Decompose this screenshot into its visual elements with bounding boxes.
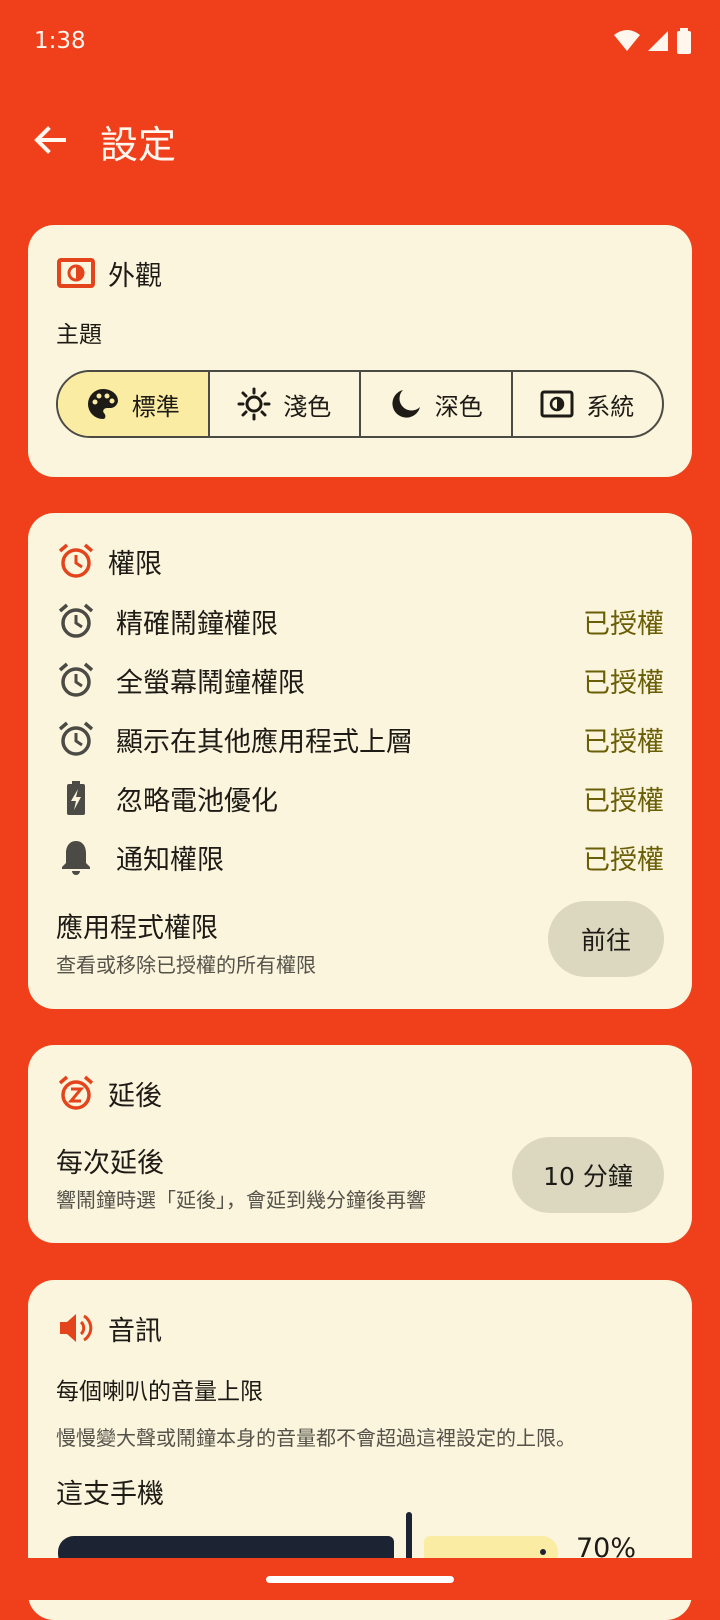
max-volume-description: 慢慢變大聲或鬧鐘本身的音量都不會超過這裡設定的上限。 — [56, 1426, 576, 1450]
appearance-heading: 外觀 — [56, 253, 162, 293]
theme-segmented-control: 標準 淺色 深色 系統 — [56, 370, 664, 438]
battery-icon — [677, 28, 691, 54]
theme-option-light[interactable]: 淺色 — [210, 372, 361, 436]
permissions-card: 權限 精確鬧鐘權限 已授權 全螢幕鬧鐘權限 已授權 顯示在其他應用程式上層 已授… — [28, 513, 692, 1009]
permission-row-notification[interactable]: 通知權限 已授權 — [56, 828, 664, 886]
permission-row-fullscreen-alarm[interactable]: 全螢幕鬧鐘權限 已授權 — [56, 651, 664, 709]
palette-icon — [87, 389, 118, 419]
cellular-signal-icon — [648, 31, 668, 51]
audio-title: 音訊 — [108, 1315, 162, 1347]
status-bar: 1:38 — [0, 0, 720, 86]
snooze-card: 延後 每次延後 響鬧鐘時選「延後」，會延到幾分鐘後再響 10 分鐘 — [28, 1045, 692, 1243]
theme-option-label: 標準 — [131, 392, 180, 421]
permission-status: 已授權 — [583, 608, 664, 640]
alarm-clock-icon — [58, 721, 94, 756]
volume-slider[interactable] — [58, 1512, 598, 1572]
permission-label: 精確鬧鐘權限 — [116, 608, 278, 640]
snooze-icon — [58, 1075, 94, 1110]
speaker-icon — [60, 1314, 93, 1342]
permission-label: 忽略電池優化 — [116, 785, 278, 817]
snooze-setting-subtitle: 響鬧鐘時選「延後」，會延到幾分鐘後再響 — [56, 1188, 426, 1212]
snooze-text: 每次延後 響鬧鐘時選「延後」，會延到幾分鐘後再響 — [56, 1141, 426, 1213]
max-volume-title: 每個喇叭的音量上限 — [56, 1379, 263, 1405]
snooze-title: 延後 — [108, 1080, 162, 1112]
app-permissions-text: 應用程式權限 查看或移除已授權的所有權限 — [56, 906, 316, 978]
theme-label: 主題 — [56, 322, 102, 348]
appearance-card: 外觀 主題 標準 淺色 深色 系統 — [28, 225, 692, 477]
snooze-setting-title: 每次延後 — [56, 1148, 164, 1179]
app-permissions-title: 應用程式權限 — [56, 913, 218, 944]
permission-status: 已授權 — [583, 844, 664, 876]
app-permissions-subtitle: 查看或移除已授權的所有權限 — [56, 953, 316, 977]
battery-charging-icon — [67, 781, 85, 815]
back-arrow-icon[interactable] — [30, 120, 70, 160]
permission-row-exact-alarm[interactable]: 精確鬧鐘權限 已授權 — [56, 592, 664, 650]
status-icons — [614, 28, 692, 54]
moon-icon — [392, 390, 420, 418]
permission-status: 已授權 — [583, 667, 664, 699]
theme-option-dark[interactable]: 深色 — [361, 372, 513, 436]
bell-icon — [62, 841, 90, 875]
device-label: 這支手機 — [56, 1479, 164, 1510]
permission-status: 已授權 — [583, 726, 664, 758]
permission-status: 已授權 — [583, 785, 664, 817]
theme-option-label: 系統 — [586, 392, 635, 421]
theme-option-label: 淺色 — [283, 392, 332, 421]
theme-option-system[interactable]: 系統 — [513, 372, 663, 436]
app-bar: 設定 — [0, 100, 720, 184]
alarm-clock-icon — [58, 603, 94, 638]
status-time: 1:38 — [34, 28, 86, 54]
volume-slider-end-dot — [540, 1549, 546, 1555]
permissions-title: 權限 — [108, 548, 162, 580]
system-theme-icon — [57, 258, 95, 288]
sun-icon — [237, 387, 271, 421]
appearance-title: 外觀 — [108, 260, 162, 292]
permission-row-battery[interactable]: 忽略電池優化 已授權 — [56, 769, 664, 827]
audio-heading: 音訊 — [56, 1308, 162, 1348]
wifi-icon — [614, 30, 640, 51]
app-permissions-go-button[interactable]: 前往 — [548, 901, 664, 977]
theme-option-label: 深色 — [434, 392, 483, 421]
alarm-clock-icon — [58, 662, 94, 697]
permission-label: 全螢幕鬧鐘權限 — [116, 667, 305, 699]
permission-label: 通知權限 — [116, 844, 224, 876]
system-theme-icon — [540, 390, 574, 418]
snooze-heading: 延後 — [56, 1073, 162, 1113]
navigation-handle[interactable] — [266, 1576, 454, 1583]
permissions-heading: 權限 — [56, 541, 162, 581]
alarm-clock-icon — [58, 543, 94, 578]
permission-row-overlay[interactable]: 顯示在其他應用程式上層 已授權 — [56, 710, 664, 768]
page-title: 設定 — [100, 123, 177, 167]
snooze-duration-button[interactable]: 10 分鐘 — [512, 1137, 664, 1213]
permission-label: 顯示在其他應用程式上層 — [116, 726, 413, 758]
theme-option-standard[interactable]: 標準 — [58, 372, 210, 436]
